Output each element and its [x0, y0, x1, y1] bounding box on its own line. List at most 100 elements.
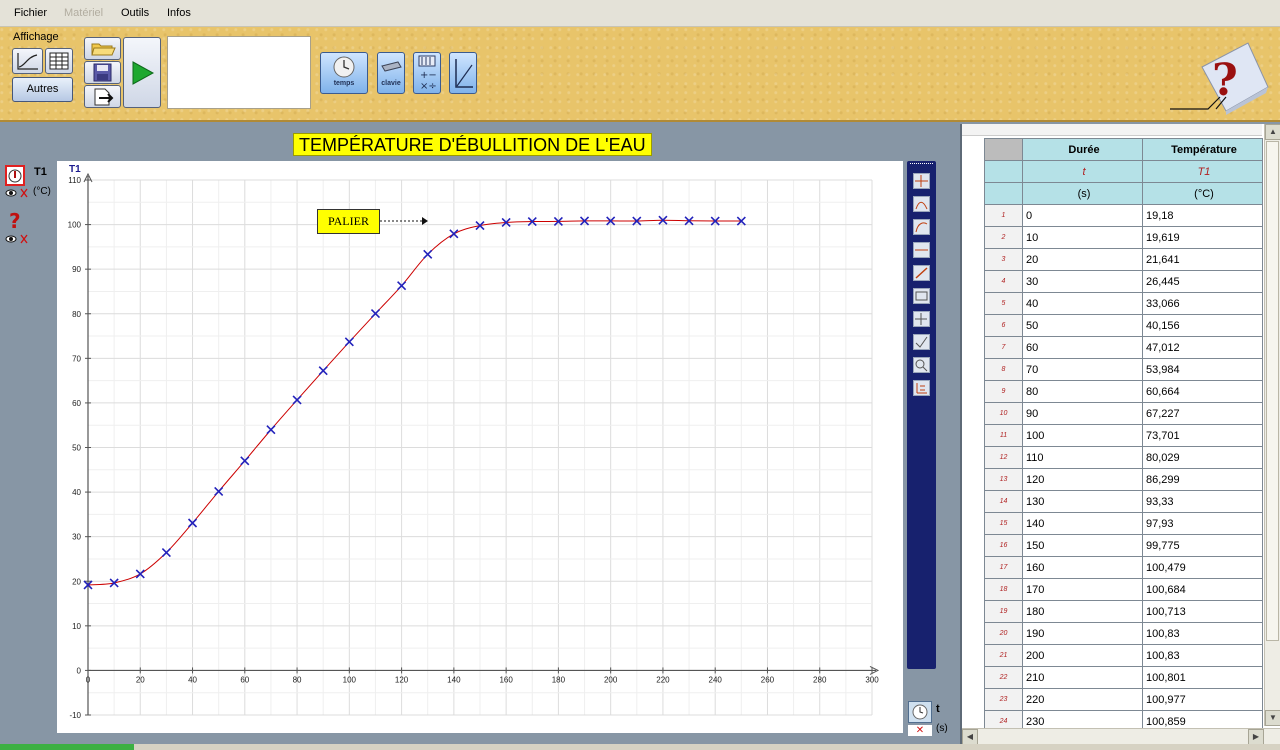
scroll-left-button[interactable]: ◀	[962, 729, 978, 745]
visibility-icon-2[interactable]	[5, 233, 29, 245]
visibility-icon[interactable]	[5, 187, 29, 199]
temperature-cell[interactable]: 100,83	[1142, 644, 1263, 667]
duree-cell[interactable]: 190	[1022, 622, 1143, 645]
temperature-cell[interactable]: 80,029	[1142, 446, 1263, 469]
tool-grid[interactable]	[913, 173, 930, 189]
table-row[interactable]: 13 120 86,299	[984, 468, 1263, 491]
table-row[interactable]: 3 20 21,641	[984, 248, 1263, 271]
duree-cell[interactable]: 100	[1022, 424, 1143, 447]
duree-cell[interactable]: 180	[1022, 600, 1143, 623]
temperature-cell[interactable]: 47,012	[1142, 336, 1263, 359]
temperature-cell[interactable]: 73,701	[1142, 424, 1263, 447]
duree-cell[interactable]: 120	[1022, 468, 1143, 491]
temperature-cell[interactable]: 53,984	[1142, 358, 1263, 381]
duree-cell[interactable]: 20	[1022, 248, 1143, 271]
duree-cell[interactable]: 40	[1022, 292, 1143, 315]
temperature-cell[interactable]: 19,18	[1142, 204, 1263, 227]
table-row[interactable]: 17 160 100,479	[984, 556, 1263, 579]
temperature-cell[interactable]: 19,619	[1142, 226, 1263, 249]
column-header-temperature[interactable]: Température	[1142, 138, 1263, 161]
axes-button[interactable]	[449, 52, 477, 94]
table-row[interactable]: 4 30 26,445	[984, 270, 1263, 293]
tool-check[interactable]	[913, 334, 930, 350]
table-row[interactable]: 8 70 53,984	[984, 358, 1263, 381]
table-row[interactable]: 7 60 47,012	[984, 336, 1263, 359]
table-row[interactable]: 21 200 100,83	[984, 644, 1263, 667]
temperature-cell[interactable]: 26,445	[1142, 270, 1263, 293]
temperature-cell[interactable]: 86,299	[1142, 468, 1263, 491]
open-button[interactable]	[84, 37, 121, 60]
temperature-cell[interactable]: 97,93	[1142, 512, 1263, 535]
temperature-cell[interactable]: 100,713	[1142, 600, 1263, 623]
tool-model[interactable]	[913, 219, 930, 235]
table-row[interactable]: 11 100 73,701	[984, 424, 1263, 447]
table-row[interactable]: 23 220 100,977	[984, 688, 1263, 711]
question-sensor-icon[interactable]: ?	[6, 208, 28, 232]
duree-cell[interactable]: 0	[1022, 204, 1143, 227]
duree-cell[interactable]: 220	[1022, 688, 1143, 711]
table-row[interactable]: 2 10 19,619	[984, 226, 1263, 249]
temperature-cell[interactable]: 100,684	[1142, 578, 1263, 601]
temperature-cell[interactable]: 60,664	[1142, 380, 1263, 403]
temperature-cell[interactable]: 100,801	[1142, 666, 1263, 689]
table-row[interactable]: 20 190 100,83	[984, 622, 1263, 645]
table-row[interactable]: 15 140 97,93	[984, 512, 1263, 535]
temperature-cell[interactable]: 21,641	[1142, 248, 1263, 271]
duree-cell[interactable]: 160	[1022, 556, 1143, 579]
duree-cell[interactable]: 140	[1022, 512, 1143, 535]
remove-axis-icon[interactable]: ✕	[908, 725, 932, 736]
table-row[interactable]: 9 80 60,664	[984, 380, 1263, 403]
tool-zoom[interactable]	[913, 357, 930, 373]
menu-materiel[interactable]: Matériel	[64, 7, 103, 19]
thermometer-sensor-button[interactable]	[5, 165, 25, 186]
temperature-cell[interactable]: 67,227	[1142, 402, 1263, 425]
tool-tangent[interactable]	[913, 196, 930, 212]
duree-cell[interactable]: 210	[1022, 666, 1143, 689]
duree-cell[interactable]: 70	[1022, 358, 1143, 381]
duree-cell[interactable]: 130	[1022, 490, 1143, 513]
autres-button[interactable]: Autres	[12, 77, 73, 102]
table-row[interactable]: 10 90 67,227	[984, 402, 1263, 425]
table-row[interactable]: 14 130 93,33	[984, 490, 1263, 513]
tool-horizontal[interactable]	[913, 242, 930, 258]
duree-cell[interactable]: 110	[1022, 446, 1143, 469]
scroll-up-button[interactable]: ▲	[1265, 124, 1280, 140]
help-icon[interactable]: ?	[1168, 35, 1272, 115]
duree-cell[interactable]: 60	[1022, 336, 1143, 359]
column-header-duree[interactable]: Durée	[1022, 138, 1143, 161]
table-vertical-scrollbar[interactable]: ▲ ▼	[1264, 124, 1280, 726]
temperature-cell[interactable]: 40,156	[1142, 314, 1263, 337]
tool-window[interactable]	[913, 288, 930, 304]
table-row[interactable]: 12 110 80,029	[984, 446, 1263, 469]
duree-cell[interactable]: 170	[1022, 578, 1143, 601]
duree-cell[interactable]: 150	[1022, 534, 1143, 557]
menu-infos[interactable]: Infos	[167, 7, 191, 19]
table-row[interactable]: 19 180 100,713	[984, 600, 1263, 623]
temperature-cell[interactable]: 100,83	[1142, 622, 1263, 645]
temperature-cell[interactable]: 33,066	[1142, 292, 1263, 315]
table-row[interactable]: 1 0 19,18	[984, 204, 1263, 227]
menu-outils[interactable]: Outils	[121, 7, 149, 19]
graph-view-button[interactable]	[12, 48, 43, 74]
clavier-button[interactable]: clavie	[377, 52, 405, 94]
temperature-cell[interactable]: 100,977	[1142, 688, 1263, 711]
run-button[interactable]	[123, 37, 161, 108]
scroll-thumb[interactable]	[1266, 141, 1279, 641]
table-row[interactable]: 18 170 100,684	[984, 578, 1263, 601]
duree-cell[interactable]: 10	[1022, 226, 1143, 249]
temperature-cell[interactable]: 99,775	[1142, 534, 1263, 557]
table-row[interactable]: 16 150 99,775	[984, 534, 1263, 557]
duree-cell[interactable]: 50	[1022, 314, 1143, 337]
palier-annotation[interactable]: PALIER	[317, 209, 380, 234]
duree-cell[interactable]: 200	[1022, 644, 1143, 667]
table-row[interactable]: 22 210 100,801	[984, 666, 1263, 689]
export-button[interactable]	[84, 85, 121, 108]
table-horizontal-scrollbar[interactable]: ◀ ▶	[962, 728, 1280, 745]
duree-cell[interactable]: 30	[1022, 270, 1143, 293]
tool-scale[interactable]	[913, 380, 930, 396]
scroll-down-button[interactable]: ▼	[1265, 710, 1280, 726]
menu-fichier[interactable]: Fichier	[14, 7, 47, 19]
save-button[interactable]	[84, 61, 121, 84]
temperature-cell[interactable]: 100,479	[1142, 556, 1263, 579]
plot-area[interactable]: 0 20 40 60 80 100 120 140 160 180 200 220 240 260 280 3…	[57, 161, 903, 733]
